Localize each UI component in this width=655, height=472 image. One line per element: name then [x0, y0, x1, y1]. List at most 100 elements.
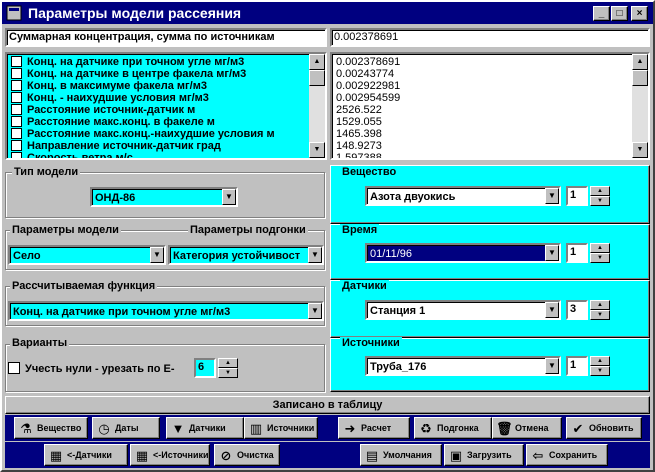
value-list-item[interactable]: 1465.398 — [336, 128, 382, 140]
func-select[interactable]: Конц. на датчике при точном угле мг/м3 ▼ — [8, 301, 324, 321]
sources-title: Источники — [340, 337, 402, 349]
param-list-item[interactable]: Расстояние источник-датчик м — [11, 104, 195, 116]
toolbar-button-6[interactable]: ⇦ Сохранить — [526, 444, 608, 466]
value-list-item[interactable]: 0.002378691 — [336, 56, 400, 68]
sources-select[interactable]: Труба_176 ▼ — [365, 356, 561, 376]
spin-down-icon[interactable]: ▼ — [590, 366, 610, 376]
toolbar-button-6[interactable]: ♻ Подгонка — [414, 417, 492, 439]
summary-value-field[interactable]: 0.002378691 — [330, 28, 650, 47]
param-list-item[interactable]: Расстояние макс.конц. в факеле м — [11, 116, 215, 128]
table-icon: ▦ — [135, 448, 149, 463]
values-list[interactable]: 0.002378691 0.00243774 0.002922981 0.002954… — [330, 52, 650, 160]
checkbox-icon[interactable] — [11, 104, 22, 115]
param-list-item[interactable]: Расстояние макс.конц.-наихудшие условия … — [11, 128, 275, 140]
chevron-down-icon[interactable]: ▼ — [222, 189, 236, 205]
toolbar-button-5[interactable]: ▣ Загрузить — [444, 444, 524, 466]
toolbar-button-1[interactable]: ⚗ Вещество — [14, 417, 88, 439]
summary-label-box: Суммарная концентрация, сумма по источни… — [5, 28, 327, 47]
toolbar-button-7[interactable]: 🗑 Отмена — [492, 417, 562, 439]
toolbar-button-1[interactable]: ▦ <-Датчики — [44, 444, 128, 466]
value-list-item[interactable]: 0.002922981 — [336, 80, 400, 92]
summary-label: Суммарная концентрация, сумма по источни… — [9, 31, 275, 43]
substance-title: Вещество — [340, 166, 399, 178]
checkbox-icon[interactable] — [11, 128, 22, 139]
values-scrollbar[interactable]: ▲ ▼ — [632, 54, 648, 158]
toolbar-button-4[interactable]: ▤ Умолчания — [360, 444, 442, 466]
chevron-down-icon[interactable]: ▼ — [308, 303, 322, 319]
checkbox-icon[interactable] — [8, 362, 20, 374]
param-list-item[interactable]: Скорость ветра м/с — [11, 152, 133, 158]
scroll-thumb[interactable] — [309, 70, 325, 86]
toolbar-button-8[interactable]: ✔ Обновить — [566, 417, 642, 439]
params-checklist[interactable]: Конц. на датчике при точном угле мг/м3 Ко… — [5, 52, 327, 160]
spin-down-icon[interactable]: ▼ — [590, 196, 610, 206]
toolbar-button-5[interactable]: ➜ Расчет — [338, 417, 410, 439]
document-icon: ▤ — [365, 448, 379, 463]
time-spin-value[interactable]: 1 — [566, 243, 588, 263]
checkbox-icon[interactable] — [11, 56, 22, 67]
param-label: Расстояние источник-датчик м — [27, 104, 196, 116]
value-list-item[interactable]: 0.00243774 — [336, 68, 394, 80]
checkbox-icon[interactable] — [11, 80, 22, 91]
substance-spin-value[interactable]: 1 — [566, 186, 588, 206]
scroll-down-icon[interactable]: ▼ — [632, 142, 648, 158]
scroll-up-icon[interactable]: ▲ — [632, 54, 648, 70]
title-bar[interactable]: Параметры модели рассеяния _ □ × — [2, 2, 653, 24]
checkmark-icon: ✔ — [572, 421, 584, 436]
spin-down-icon[interactable]: ▼ — [590, 310, 610, 320]
param-list-item[interactable]: Конц. на датчике при точном угле мг/м3 — [11, 56, 244, 68]
spin-up-icon[interactable]: ▲ — [590, 243, 610, 253]
minimize-button[interactable]: _ — [593, 6, 610, 21]
params-scrollbar[interactable]: ▲ ▼ — [309, 54, 325, 158]
chevron-down-icon[interactable]: ▼ — [545, 302, 559, 318]
toolbar-button-label: Вещество — [37, 423, 82, 433]
chevron-down-icon[interactable]: ▼ — [308, 247, 322, 263]
toolbar-button-2[interactable]: ◷ Даты — [92, 417, 160, 439]
toolbar-button-4[interactable]: ▥ Источники — [244, 417, 318, 439]
scroll-down-icon[interactable]: ▼ — [309, 142, 325, 158]
chevron-down-icon[interactable]: ▼ — [545, 245, 559, 261]
checkbox-icon[interactable] — [11, 116, 22, 127]
param-list-item[interactable]: Конц. в максимуме факела мг/м3 — [11, 80, 207, 92]
checkbox-icon[interactable] — [11, 140, 22, 151]
value-list-item[interactable]: 1529.055 — [336, 116, 382, 128]
checkbox-icon[interactable] — [11, 152, 22, 158]
spin-up-icon[interactable]: ▲ — [218, 358, 238, 368]
maximize-button[interactable]: □ — [611, 6, 628, 21]
checkbox-icon[interactable] — [11, 68, 22, 79]
app-icon — [6, 5, 22, 21]
param-list-item[interactable]: Конц. - наихудшие условия мг/м3 — [11, 92, 209, 104]
spin-up-icon[interactable]: ▲ — [590, 186, 610, 196]
value-list-item[interactable]: 1.597388 — [336, 152, 382, 158]
time-select[interactable]: 01/11/96 ▼ — [365, 243, 561, 263]
close-button[interactable]: × — [631, 6, 648, 21]
scroll-up-icon[interactable]: ▲ — [309, 54, 325, 70]
model-type-select[interactable]: ОНД-86 ▼ — [90, 187, 238, 207]
sources-spin-value[interactable]: 1 — [566, 356, 588, 376]
toolbar-button-3[interactable]: ⊘ Очистка — [214, 444, 280, 466]
toolbar-button-3[interactable]: ▼ Датчики — [166, 417, 244, 439]
model-params-select[interactable]: Село ▼ — [8, 245, 166, 265]
value-list-item[interactable]: 0.002954599 — [336, 92, 400, 104]
spin-up-icon[interactable]: ▲ — [590, 356, 610, 366]
sensors-select[interactable]: Станция 1 ▼ — [365, 300, 561, 320]
param-list-item[interactable]: Направление источник-датчик град — [11, 140, 221, 152]
fit-params-select[interactable]: Категория устойчивост ▼ — [168, 245, 324, 265]
chevron-down-icon[interactable]: ▼ — [545, 358, 559, 374]
scroll-thumb[interactable] — [632, 70, 648, 86]
ignore-zeros-checkbox[interactable]: Учесть нули - урезать по Е- — [8, 362, 175, 375]
toolbar-button-2[interactable]: ▦ <-Источники — [130, 444, 210, 466]
chevron-down-icon[interactable]: ▼ — [150, 247, 164, 263]
spin-down-icon[interactable]: ▼ — [218, 368, 238, 378]
checkbox-icon[interactable] — [11, 92, 22, 103]
spin-down-icon[interactable]: ▼ — [590, 253, 610, 263]
sensors-spin-value[interactable]: 3 — [566, 300, 588, 320]
param-list-item[interactable]: Конц. на датчике в центре факела мг/м3 — [11, 68, 246, 80]
value-list-item[interactable]: 148.9273 — [336, 140, 382, 152]
chevron-down-icon[interactable]: ▼ — [545, 188, 559, 204]
value-list-item[interactable]: 2526.522 — [336, 104, 382, 116]
spin-up-icon[interactable]: ▲ — [590, 300, 610, 310]
toolbar-button-label: Обновить — [589, 423, 634, 433]
substance-select[interactable]: Азота двуокись ▼ — [365, 186, 561, 206]
variants-spin-value[interactable]: 6 — [194, 358, 216, 378]
